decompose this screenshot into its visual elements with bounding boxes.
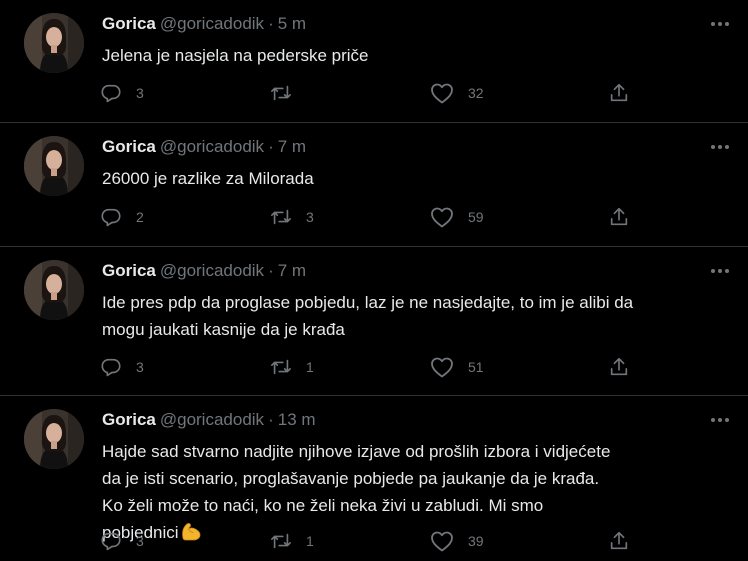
author-name[interactable]: Gorica: [102, 410, 156, 429]
heart-icon: [430, 530, 454, 552]
reply-count: 3: [136, 533, 144, 549]
retweet-count: 1: [306, 359, 314, 375]
share-button[interactable]: [608, 355, 630, 379]
separator-dot: ·: [268, 137, 274, 156]
retweet-button[interactable]: [270, 81, 306, 105]
like-button[interactable]: 51: [430, 355, 484, 379]
timestamp[interactable]: 13 m: [278, 410, 316, 429]
share-button[interactable]: [608, 205, 630, 229]
heart-icon: [430, 356, 454, 378]
avatar[interactable]: [24, 136, 84, 196]
author-handle[interactable]: @goricadodik: [160, 137, 264, 156]
retweet-icon: [270, 356, 292, 378]
reply-button[interactable]: 3: [100, 529, 144, 553]
retweet-button[interactable]: 3: [270, 205, 314, 229]
more-options-icon[interactable]: [708, 137, 732, 157]
reply-icon: [100, 82, 122, 104]
author-name[interactable]: Gorica: [102, 14, 156, 33]
heart-icon: [430, 82, 454, 104]
reply-count: 2: [136, 209, 144, 225]
share-icon: [608, 356, 630, 378]
retweet-count: 3: [306, 209, 314, 225]
reply-count: 3: [136, 359, 144, 375]
separator-dot: ·: [268, 14, 274, 33]
more-options-icon[interactable]: [708, 14, 732, 34]
author-handle[interactable]: @goricadodik: [160, 261, 264, 280]
author-name[interactable]: Gorica: [102, 137, 156, 156]
tweet-actions: 3 1 39: [100, 529, 640, 553]
like-count: 59: [468, 209, 484, 225]
retweet-icon: [270, 206, 292, 228]
reply-icon: [100, 206, 122, 228]
tweet-actions: 2 3 59: [100, 205, 640, 229]
avatar[interactable]: [24, 260, 84, 320]
author-name[interactable]: Gorica: [102, 261, 156, 280]
tweet[interactable]: Gorica @goricadodik · 5 m Jelena je nasjela…: [0, 0, 748, 123]
tweet-feed: Gorica @goricadodik · 5 m Jelena je nasjela…: [0, 0, 748, 561]
tweet-text: Hajde sad stvarno nadjite njihove izjave…: [102, 442, 611, 542]
retweet-icon: [270, 530, 292, 552]
tweet-text: 26000 je razlike za Milorada: [102, 169, 314, 188]
separator-dot: ·: [268, 261, 274, 280]
reply-icon: [100, 530, 122, 552]
tweet[interactable]: Gorica @goricadodik · 13 m Hajde sad stvarn…: [0, 396, 748, 561]
like-count: 32: [468, 85, 484, 101]
tweet-header: Gorica @goricadodik · 5 m: [102, 12, 306, 36]
tweet-header: Gorica @goricadodik · 7 m: [102, 135, 306, 159]
retweet-button[interactable]: 1: [270, 529, 314, 553]
reply-button[interactable]: 2: [100, 205, 144, 229]
author-handle[interactable]: @goricadodik: [160, 410, 264, 429]
tweet-text: Ide pres pdp da proglase pobjedu, laz je…: [102, 293, 634, 339]
timestamp[interactable]: 5 m: [278, 14, 306, 33]
like-count: 39: [468, 533, 484, 549]
tweet[interactable]: Gorica @goricadodik · 7 m Ide pres pdp da p…: [0, 247, 748, 396]
retweet-count: 1: [306, 533, 314, 549]
tweet-actions: 3 32: [100, 81, 640, 105]
more-options-icon[interactable]: [708, 410, 732, 430]
avatar[interactable]: [24, 13, 84, 73]
tweet-text: Jelena je nasjela na pederske priče: [102, 46, 369, 65]
like-count: 51: [468, 359, 484, 375]
timestamp[interactable]: 7 m: [278, 137, 306, 156]
retweet-icon: [270, 82, 292, 104]
reply-count: 3: [136, 85, 144, 101]
heart-icon: [430, 206, 454, 228]
like-button[interactable]: 59: [430, 205, 484, 229]
tweet-header: Gorica @goricadodik · 7 m: [102, 259, 306, 283]
like-button[interactable]: 39: [430, 529, 484, 553]
more-options-icon[interactable]: [708, 261, 732, 281]
share-button[interactable]: [608, 529, 630, 553]
tweet-actions: 3 1 51: [100, 355, 640, 379]
like-button[interactable]: 32: [430, 81, 484, 105]
retweet-button[interactable]: 1: [270, 355, 314, 379]
share-button[interactable]: [608, 81, 630, 105]
timestamp[interactable]: 7 m: [278, 261, 306, 280]
separator-dot: ·: [268, 410, 274, 429]
avatar[interactable]: [24, 409, 84, 469]
reply-button[interactable]: 3: [100, 355, 144, 379]
reply-button[interactable]: 3: [100, 81, 144, 105]
share-icon: [608, 82, 630, 104]
share-icon: [608, 206, 630, 228]
reply-icon: [100, 356, 122, 378]
share-icon: [608, 530, 630, 552]
author-handle[interactable]: @goricadodik: [160, 14, 264, 33]
tweet[interactable]: Gorica @goricadodik · 7 m 26000 je razlike …: [0, 123, 748, 247]
tweet-header: Gorica @goricadodik · 13 m: [102, 408, 316, 432]
